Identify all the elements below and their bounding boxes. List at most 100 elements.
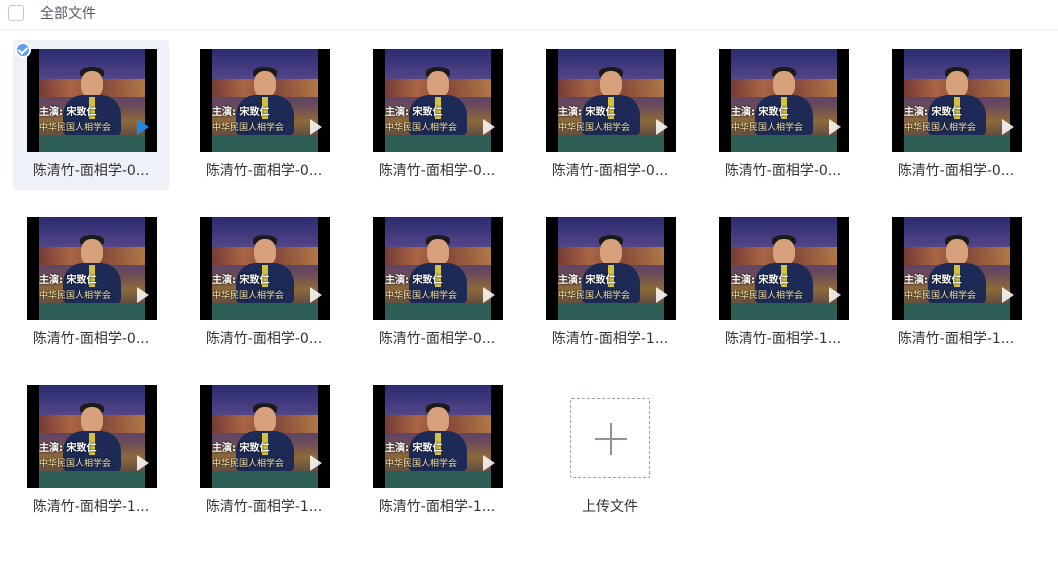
file-name[interactable]: 陈清竹-面相学-1...	[359, 496, 515, 516]
thumbnail-subcaption: 中华民国人相学会	[39, 123, 112, 133]
thumbnail-caption: 主演: 宋致仁	[558, 275, 616, 286]
file-name[interactable]: 陈清竹-面相学-1...	[186, 496, 342, 516]
file-name[interactable]: 陈清竹-面相学-1...	[878, 328, 1034, 348]
video-frame-image: 主演: 宋致仁中华民国人相学会	[39, 385, 145, 488]
file-tile[interactable]: 主演: 宋致仁中华民国人相学会陈清竹-面相学-1...	[532, 208, 688, 358]
thumbnail-caption: 主演: 宋致仁	[385, 107, 443, 118]
play-icon[interactable]	[656, 119, 668, 135]
thumbnail-caption: 主演: 宋致仁	[39, 275, 97, 286]
thumbnail-subcaption: 中华民国人相学会	[558, 123, 631, 133]
file-tile[interactable]: 主演: 宋致仁中华民国人相学会陈清竹-面相学-1...	[186, 376, 342, 526]
thumbnail-subcaption: 中华民国人相学会	[39, 459, 112, 469]
video-thumbnail[interactable]: 主演: 宋致仁中华民国人相学会	[200, 49, 330, 152]
play-icon[interactable]	[829, 287, 841, 303]
file-name[interactable]: 陈清竹-面相学-0...	[705, 160, 861, 180]
file-name[interactable]: 陈清竹-面相学-1...	[705, 328, 861, 348]
video-thumbnail[interactable]: 主演: 宋致仁中华民国人相学会	[200, 385, 330, 488]
play-icon[interactable]	[656, 287, 668, 303]
thumbnail-caption: 主演: 宋致仁	[212, 443, 270, 454]
thumbnail-caption: 主演: 宋致仁	[558, 107, 616, 118]
thumbnail-caption: 主演: 宋致仁	[212, 107, 270, 118]
video-frame-image: 主演: 宋致仁 中华民国人相学会	[904, 217, 1010, 320]
video-thumbnail[interactable]: 主演: 宋致仁 中华民国人相学会	[373, 217, 503, 320]
video-thumbnail[interactable]: 主演: 宋致仁 中华民国人相学会	[892, 49, 1022, 152]
thumbnail-subcaption: 中华民国人相学会	[558, 291, 631, 301]
thumbnail-subcaption: 中华民国人相学会	[731, 123, 804, 133]
file-tile[interactable]: 主演: 宋致仁中华民国人相学会陈清竹-面相学-0...	[359, 40, 515, 190]
play-icon[interactable]	[137, 287, 149, 303]
thumbnail-caption: 主演: 宋致仁	[212, 275, 270, 286]
video-frame-image: 主演: 宋致仁中华民国人相学会	[558, 49, 664, 152]
video-thumbnail[interactable]: 主演: 宋致仁中华民国人相学会	[27, 217, 157, 320]
thumbnail-subcaption: 中华民国人相学会	[731, 291, 804, 301]
play-icon[interactable]	[483, 287, 495, 303]
video-thumbnail[interactable]: 主演: 宋致仁中华民国人相学会	[719, 217, 849, 320]
file-name[interactable]: 陈清竹-面相学-0...	[532, 160, 688, 180]
header-title: 全部文件	[40, 6, 96, 22]
thumbnail-caption: 主演: 宋致仁	[385, 275, 443, 286]
video-frame-image: 主演: 宋致仁中华民国人相学会	[212, 49, 318, 152]
thumbnail-subcaption: 中华民国人相学会	[385, 123, 458, 133]
video-thumbnail[interactable]: 主演: 宋致仁中华民国人相学会	[373, 385, 503, 488]
video-thumbnail[interactable]: 主演: 宋致仁中华民国人相学会	[27, 385, 157, 488]
play-icon[interactable]	[1002, 287, 1014, 303]
file-name[interactable]: 陈清竹-面相学-1...	[532, 328, 688, 348]
upload-file-tile[interactable]: 上传文件	[532, 376, 688, 526]
selected-check-icon[interactable]	[15, 42, 31, 58]
file-tile[interactable]: 主演: 宋致仁 中华民国人相学会陈清竹-面相学-0...	[359, 208, 515, 358]
thumbnail-subcaption: 中华民国人相学会	[212, 459, 285, 469]
upload-button[interactable]	[570, 398, 650, 478]
video-frame-image: 主演: 宋致仁 中华民国人相学会	[385, 217, 491, 320]
file-name[interactable]: 陈清竹-面相学-0...	[13, 328, 169, 348]
file-tile[interactable]: 主演: 宋致仁中华民国人相学会陈清竹-面相学-0...	[13, 40, 169, 190]
video-thumbnail[interactable]: 主演: 宋致仁中华民国人相学会	[27, 49, 157, 152]
video-frame-image: 主演: 宋致仁中华民国人相学会	[385, 49, 491, 152]
video-frame-image: 主演: 宋致仁 中华民国人相学会	[212, 217, 318, 320]
play-icon[interactable]	[1002, 119, 1014, 135]
thumbnail-caption: 主演: 宋致仁	[904, 107, 962, 118]
thumbnail-caption: 主演: 宋致仁	[385, 443, 443, 454]
file-name[interactable]: 陈清竹-面相学-0...	[359, 328, 515, 348]
video-thumbnail[interactable]: 主演: 宋致仁中华民国人相学会	[546, 217, 676, 320]
play-icon[interactable]	[310, 119, 322, 135]
thumbnail-caption: 主演: 宋致仁	[39, 443, 97, 454]
file-tile[interactable]: 主演: 宋致仁 中华民国人相学会陈清竹-面相学-1...	[878, 208, 1034, 358]
thumbnail-caption: 主演: 宋致仁	[39, 107, 97, 118]
thumbnail-subcaption: 中华民国人相学会	[212, 123, 285, 133]
file-tile[interactable]: 主演: 宋致仁中华民国人相学会陈清竹-面相学-1...	[13, 376, 169, 526]
file-name[interactable]: 陈清竹-面相学-0...	[186, 328, 342, 348]
file-name[interactable]: 陈清竹-面相学-1...	[13, 496, 169, 516]
play-icon[interactable]	[137, 119, 149, 135]
video-thumbnail[interactable]: 主演: 宋致仁 中华民国人相学会	[200, 217, 330, 320]
file-name[interactable]: 陈清竹-面相学-0...	[13, 160, 169, 180]
file-tile[interactable]: 主演: 宋致仁 中华民国人相学会陈清竹-面相学-0...	[878, 40, 1034, 190]
file-tile[interactable]: 主演: 宋致仁中华民国人相学会陈清竹-面相学-1...	[705, 208, 861, 358]
video-thumbnail[interactable]: 主演: 宋致仁 中华民国人相学会	[719, 49, 849, 152]
file-tile[interactable]: 主演: 宋致仁 中华民国人相学会陈清竹-面相学-0...	[186, 208, 342, 358]
play-icon[interactable]	[137, 455, 149, 471]
video-thumbnail[interactable]: 主演: 宋致仁 中华民国人相学会	[892, 217, 1022, 320]
file-tile[interactable]: 主演: 宋致仁中华民国人相学会陈清竹-面相学-0...	[186, 40, 342, 190]
video-thumbnail[interactable]: 主演: 宋致仁中华民国人相学会	[373, 49, 503, 152]
video-thumbnail[interactable]: 主演: 宋致仁中华民国人相学会	[546, 49, 676, 152]
thumbnail-subcaption: 中华民国人相学会	[39, 291, 112, 301]
thumbnail-caption: 主演: 宋致仁	[904, 275, 962, 286]
select-all-checkbox[interactable]	[8, 5, 24, 21]
thumbnail-caption: 主演: 宋致仁	[731, 275, 789, 286]
file-name[interactable]: 陈清竹-面相学-0...	[186, 160, 342, 180]
file-name[interactable]: 陈清竹-面相学-0...	[878, 160, 1034, 180]
file-tile[interactable]: 主演: 宋致仁中华民国人相学会陈清竹-面相学-0...	[532, 40, 688, 190]
play-icon[interactable]	[483, 119, 495, 135]
video-frame-image: 主演: 宋致仁中华民国人相学会	[39, 49, 145, 152]
play-icon[interactable]	[310, 287, 322, 303]
thumbnail-subcaption: 中华民国人相学会	[385, 459, 458, 469]
file-tile[interactable]: 主演: 宋致仁 中华民国人相学会陈清竹-面相学-0...	[705, 40, 861, 190]
play-icon[interactable]	[310, 455, 322, 471]
file-tile[interactable]: 主演: 宋致仁中华民国人相学会陈清竹-面相学-1...	[359, 376, 515, 526]
file-tile[interactable]: 主演: 宋致仁中华民国人相学会陈清竹-面相学-0...	[13, 208, 169, 358]
file-name[interactable]: 陈清竹-面相学-0...	[359, 160, 515, 180]
video-frame-image: 主演: 宋致仁 中华民国人相学会	[904, 49, 1010, 152]
video-frame-image: 主演: 宋致仁中华民国人相学会	[39, 217, 145, 320]
play-icon[interactable]	[829, 119, 841, 135]
play-icon[interactable]	[483, 455, 495, 471]
